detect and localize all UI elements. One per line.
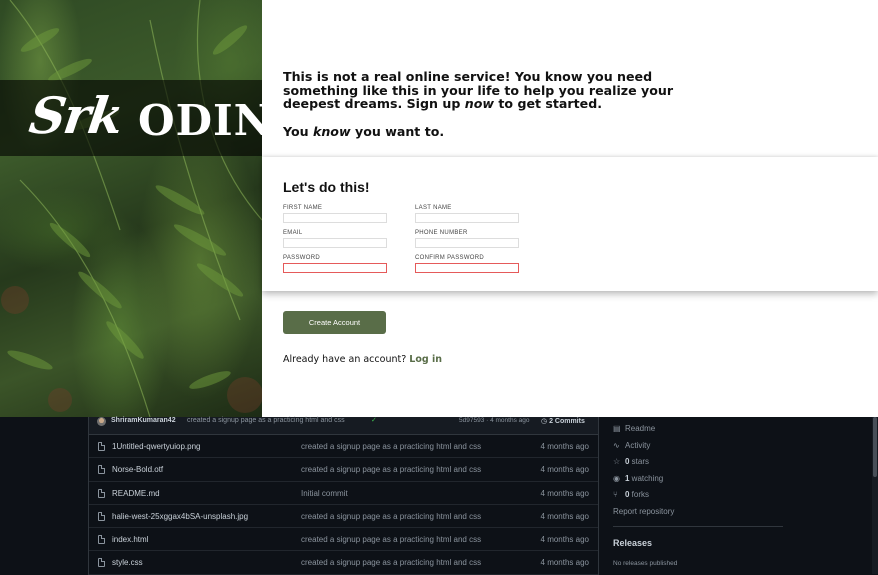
file-commit-message[interactable]: created a signup page as a practicing ht… — [301, 558, 481, 567]
first-name-label: FIRST NAME — [283, 205, 323, 211]
pulse-icon: ∿ — [613, 441, 620, 450]
password-label: PASSWORD — [283, 255, 320, 261]
logo-srk: Srk — [25, 86, 126, 145]
history-icon: ◷ — [541, 418, 550, 425]
eye-icon: ◉ — [613, 474, 620, 483]
repository-view: ShriramKumaran42 created a signup page a… — [0, 417, 878, 575]
last-name-input[interactable] — [415, 213, 519, 223]
page-scrollbar[interactable] — [872, 417, 878, 574]
login-link[interactable]: Log in — [409, 354, 442, 365]
file-name[interactable]: README.md — [112, 489, 160, 498]
email-input[interactable] — [283, 238, 387, 248]
scrollbar-thumb[interactable] — [873, 417, 877, 477]
intro-paragraph-2: You know you want to. — [283, 123, 445, 139]
intro-text: This is not a real online service! You k… — [283, 70, 693, 138]
table-row[interactable]: Norse-Bold.otf created a signup page as … — [89, 458, 598, 482]
email-label: EMAIL — [283, 230, 303, 236]
forks-label: forks — [629, 490, 650, 499]
readme-link[interactable]: ▤ Readme — [613, 424, 655, 436]
check-icon: ✓ — [371, 417, 377, 424]
file-age: 4 months ago — [540, 511, 589, 521]
file-commit-message[interactable]: created a signup page as a practicing ht… — [301, 465, 481, 474]
table-row[interactable]: style.css created a signup page as a pra… — [89, 551, 598, 575]
file-age: 4 months ago — [540, 465, 589, 475]
last-name-field: LAST NAME — [415, 205, 519, 223]
file-icon — [98, 558, 105, 568]
stars-label: stars — [629, 457, 650, 466]
fern-illustration — [1, 0, 262, 417]
signup-page: Srk ODIN This is not a real online servi… — [0, 0, 878, 417]
activity-link[interactable]: ∿ Activity — [613, 441, 650, 453]
latest-commit-row: ShriramKumaran42 created a signup page a… — [89, 417, 598, 435]
commit-author[interactable]: ShriramKumaran42 — [111, 417, 176, 424]
login-prompt-text: Already have an account? — [283, 354, 410, 365]
fork-icon: ⑂ — [613, 490, 618, 499]
file-age: 4 months ago — [540, 535, 589, 545]
intro-paragraph-1: This is not a real online service! You k… — [283, 69, 674, 112]
form-title: Let's do this! — [283, 179, 370, 195]
phone-label: PHONE NUMBER — [415, 230, 468, 236]
file-icon — [98, 511, 105, 521]
readme-label: Readme — [625, 424, 656, 433]
confirm-password-label: CONFIRM PASSWORD — [415, 255, 485, 261]
confirm-password-field: CONFIRM PASSWORD — [415, 255, 519, 273]
star-icon: ☆ — [613, 457, 621, 466]
file-age: 4 months ago — [540, 442, 589, 451]
table-row[interactable]: README.md Initial commit 4 months ago — [89, 482, 598, 505]
file-list: ShriramKumaran42 created a signup page a… — [88, 417, 599, 575]
file-icon — [98, 535, 105, 545]
commits-link[interactable]: ◷ 2 Commits — [541, 417, 585, 425]
commits-count: 2 Commits — [549, 418, 585, 425]
stars-link[interactable]: ☆ 0 stars — [613, 457, 649, 469]
last-name-label: LAST NAME — [415, 205, 452, 211]
file-name[interactable]: halie-west-25xggax4bSA-unsplash.jpg — [112, 512, 248, 521]
file-commit-message[interactable]: Initial commit — [301, 489, 348, 498]
logo-odin: ODIN — [138, 96, 262, 145]
signup-form-card: Let's do this! FIRST NAME LAST NAME EMAI… — [262, 157, 878, 291]
email-field: EMAIL — [283, 230, 387, 248]
password-input[interactable] — [283, 263, 387, 273]
file-age: 4 months ago — [540, 488, 589, 498]
create-account-button[interactable]: Create Account — [283, 311, 386, 334]
file-commit-message[interactable]: created a signup page as a practicing ht… — [301, 442, 481, 451]
file-name[interactable]: Norse-Bold.otf — [112, 465, 163, 474]
hero-image-fern: Srk ODIN — [0, 0, 262, 417]
login-prompt: Already have an account? Log in — [283, 354, 442, 365]
report-repository-link[interactable]: Report repository — [613, 507, 674, 519]
file-name[interactable]: index.html — [112, 535, 148, 544]
file-name[interactable]: style.css — [112, 558, 143, 567]
table-row[interactable]: index.html created a signup page as a pr… — [89, 528, 598, 552]
commit-sha[interactable]: 5d97593 · 4 months ago — [459, 417, 529, 424]
password-field: PASSWORD — [283, 255, 387, 273]
table-row[interactable]: halie-west-25xggax4bSA-unsplash.jpg crea… — [89, 505, 598, 529]
file-commit-message[interactable]: created a signup page as a practicing ht… — [301, 512, 481, 521]
commit-message[interactable]: created a signup page as a practicing ht… — [187, 417, 345, 424]
avatar[interactable] — [97, 417, 106, 426]
first-name-input[interactable] — [283, 213, 387, 223]
file-age: 4 months ago — [540, 558, 589, 568]
first-name-field: FIRST NAME — [283, 205, 387, 223]
phone-input[interactable] — [415, 238, 519, 248]
file-icon — [98, 465, 105, 475]
activity-label: Activity — [625, 441, 651, 450]
phone-field: PHONE NUMBER — [415, 230, 519, 248]
file-name[interactable]: 1Untitled-qwertyuiop.png — [112, 442, 201, 451]
confirm-password-input[interactable] — [415, 263, 519, 273]
sidebar-divider — [613, 526, 783, 527]
file-commit-message[interactable]: created a signup page as a practicing ht… — [301, 535, 481, 544]
watching-link[interactable]: ◉ 1 watching — [613, 474, 663, 486]
releases-heading[interactable]: Releases — [613, 538, 652, 548]
file-icon — [98, 442, 105, 451]
releases-empty-text: No releases published — [613, 560, 678, 567]
table-row[interactable]: 1Untitled-qwertyuiop.png created a signu… — [89, 435, 598, 459]
forks-link[interactable]: ⑂ 0 forks — [613, 490, 649, 502]
book-icon: ▤ — [613, 424, 621, 433]
watching-label: watching — [629, 474, 664, 483]
file-icon — [98, 488, 105, 498]
